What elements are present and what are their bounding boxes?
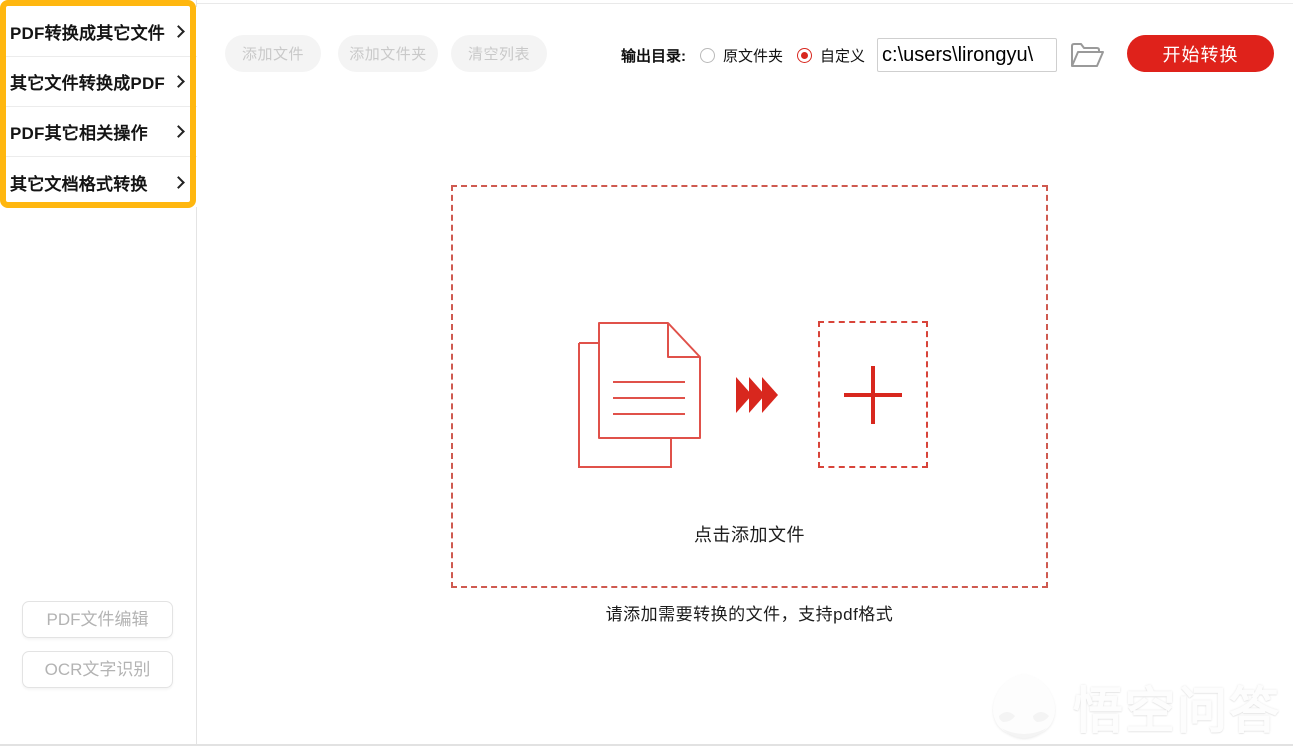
radio-original-folder-label: 原文件夹: [723, 45, 783, 66]
radio-unchecked-icon[interactable]: [700, 48, 715, 63]
sidebar-item-label: PDF转换成其它文件: [10, 19, 165, 44]
folder-open-icon: [1069, 40, 1105, 70]
radio-custom-label: 自定义: [820, 45, 865, 66]
output-path-input[interactable]: [877, 38, 1057, 72]
sidebar-item-label: 其它文件转换成PDF: [10, 69, 165, 94]
sidebar-item-label: 其它文档格式转换: [10, 170, 148, 195]
sidebar-item-label: PDF其它相关操作: [10, 119, 148, 144]
start-convert-button[interactable]: 开始转换: [1127, 35, 1274, 72]
sidebar-menu: PDF转换成其它文件 其它文件转换成PDF PDF其它相关操作 其它文档格式转换: [0, 7, 197, 207]
chevron-right-icon: [172, 75, 185, 88]
sidebar-item-other-doc-format[interactable]: 其它文档格式转换: [0, 157, 197, 207]
chevron-right-icon: [172, 176, 185, 189]
output-directory-label: 输出目录:: [621, 45, 686, 66]
chevron-right-icon: [172, 125, 185, 138]
file-dropzone[interactable]: 点击添加文件: [451, 185, 1048, 588]
add-file-button[interactable]: 添加文件: [225, 35, 321, 72]
radio-checked-icon[interactable]: [797, 48, 812, 63]
chevron-right-icon: [172, 25, 185, 38]
radio-original-folder[interactable]: 原文件夹: [700, 45, 783, 66]
fast-forward-arrows-icon: [736, 375, 782, 415]
pdf-edit-button[interactable]: PDF文件编辑: [22, 601, 173, 638]
ocr-button[interactable]: OCR文字识别: [22, 651, 173, 688]
bottom-divider: [0, 744, 1293, 746]
main-panel: 添加文件 添加文件夹 清空列表 输出目录: 原文件夹 自定义 开始转换: [197, 0, 1293, 745]
document-stack-icon: [565, 320, 703, 470]
click-to-add-hint: 点击添加文件: [453, 521, 1046, 547]
top-divider: [197, 3, 1293, 4]
add-folder-button[interactable]: 添加文件夹: [338, 35, 438, 72]
radio-custom[interactable]: 自定义: [797, 45, 865, 66]
pdf-converter-app: { "app": { "accent_red": "#df221b", "hig…: [0, 0, 1293, 747]
add-file-target-box[interactable]: [818, 321, 928, 468]
sidebar-item-other-to-pdf[interactable]: 其它文件转换成PDF: [0, 57, 197, 107]
clear-list-button[interactable]: 清空列表: [451, 35, 547, 72]
sidebar: PDF转换成其它文件 其它文件转换成PDF PDF其它相关操作 其它文档格式转换…: [0, 0, 197, 745]
sidebar-item-pdf-to-other[interactable]: PDF转换成其它文件: [0, 7, 197, 57]
browse-folder-button[interactable]: [1069, 40, 1105, 70]
output-directory-group: 输出目录: 原文件夹 自定义: [621, 40, 1105, 70]
sidebar-bottom-buttons: PDF文件编辑 OCR文字识别: [22, 601, 173, 701]
plus-icon: [844, 366, 902, 424]
sidebar-item-pdf-related-ops[interactable]: PDF其它相关操作: [0, 107, 197, 157]
supported-format-hint: 请添加需要转换的文件，支持pdf格式: [451, 600, 1048, 625]
